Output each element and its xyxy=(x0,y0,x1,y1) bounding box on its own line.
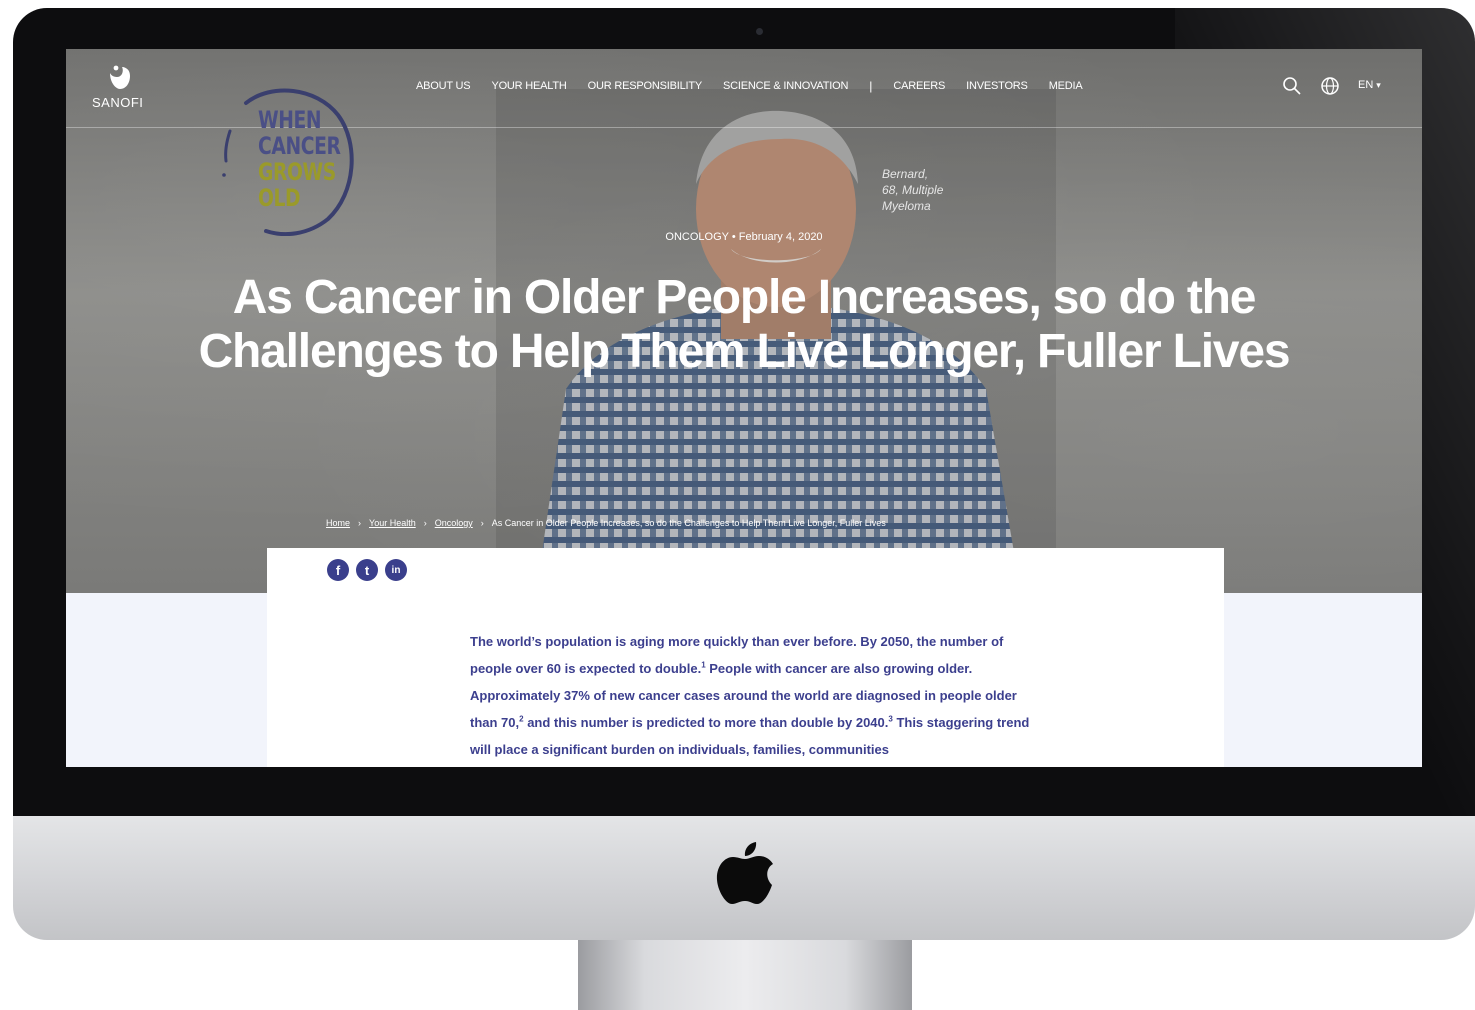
menu-item-science-innovation[interactable]: SCIENCE & INNOVATION xyxy=(723,80,848,92)
campaign-badge: WHEN CANCER GROWS OLD xyxy=(216,81,361,236)
caption-line: Myeloma xyxy=(882,199,931,213)
apple-logo-icon xyxy=(716,842,773,904)
caption-line: Bernard, xyxy=(882,167,929,181)
language-selector[interactable]: EN ▾ xyxy=(1358,79,1381,91)
globe-icon[interactable] xyxy=(1320,76,1340,96)
main-menu: ABOUT US YOUR HEALTH OUR RESPONSIBILITY … xyxy=(416,79,1104,93)
menu-item-media[interactable]: MEDIA xyxy=(1049,80,1083,92)
twitter-icon[interactable]: t xyxy=(356,559,378,581)
sanofi-logo-icon[interactable] xyxy=(104,63,132,91)
breadcrumb-separator: › xyxy=(480,518,484,528)
breadcrumb-separator: › xyxy=(423,518,427,528)
search-icon[interactable] xyxy=(1282,76,1302,96)
menu-item-careers[interactable]: CAREERS xyxy=(893,80,945,92)
breadcrumb-your-health[interactable]: Your Health xyxy=(369,518,416,528)
brand-name[interactable]: SANOFI xyxy=(92,95,143,110)
menu-item-your-health[interactable]: YOUR HEALTH xyxy=(491,80,566,92)
meta-separator: • xyxy=(731,231,736,243)
photo-caption: Bernard, 68, Multiple Myeloma xyxy=(882,166,943,214)
menu-separator: | xyxy=(869,79,873,93)
menu-item-about-us[interactable]: ABOUT US xyxy=(416,80,471,92)
imac-stand xyxy=(578,940,912,1010)
breadcrumb-oncology[interactable]: Oncology xyxy=(435,518,473,528)
article-date: February 4, 2020 xyxy=(738,231,823,243)
language-label: EN xyxy=(1358,79,1374,91)
hero-banner: SANOFI ABOUT US YOUR HEALTH OUR RESPONSI… xyxy=(66,49,1422,593)
breadcrumb-current: As Cancer in Older People Increases, so … xyxy=(491,518,886,528)
linkedin-icon[interactable]: in xyxy=(385,559,407,581)
badge-line-when: WHEN xyxy=(258,106,322,134)
article-category[interactable]: ONCOLOGY xyxy=(665,231,728,243)
article-paragraph: The world’s population is aging more qui… xyxy=(470,628,1030,763)
article-meta: ONCOLOGY • February 4, 2020 xyxy=(66,231,1422,243)
page-title: As Cancer in Older People Increases, so … xyxy=(198,271,1291,378)
caption-line: 68, Multiple xyxy=(882,183,944,197)
screen: SANOFI ABOUT US YOUR HEALTH OUR RESPONSI… xyxy=(66,49,1422,767)
facebook-icon[interactable]: f xyxy=(327,559,349,581)
paragraph-text: and this number is predicted to more tha… xyxy=(523,715,889,730)
menu-item-investors[interactable]: INVESTORS xyxy=(966,80,1028,92)
camera-icon xyxy=(756,28,763,35)
badge-line-old: OLD xyxy=(258,184,301,212)
badge-line-cancer: CANCER xyxy=(258,132,341,160)
article-card: f t in The world’s population is aging m… xyxy=(267,548,1224,767)
share-buttons: f t in xyxy=(327,559,414,581)
breadcrumb: Home › Your Health › Oncology › As Cance… xyxy=(326,518,886,528)
menu-item-our-responsibility[interactable]: OUR RESPONSIBILITY xyxy=(588,80,703,92)
chevron-down-icon: ▾ xyxy=(1376,80,1381,90)
breadcrumb-separator: › xyxy=(358,518,362,528)
badge-line-grows: GROWS xyxy=(258,158,336,186)
breadcrumb-home[interactable]: Home xyxy=(326,518,350,528)
